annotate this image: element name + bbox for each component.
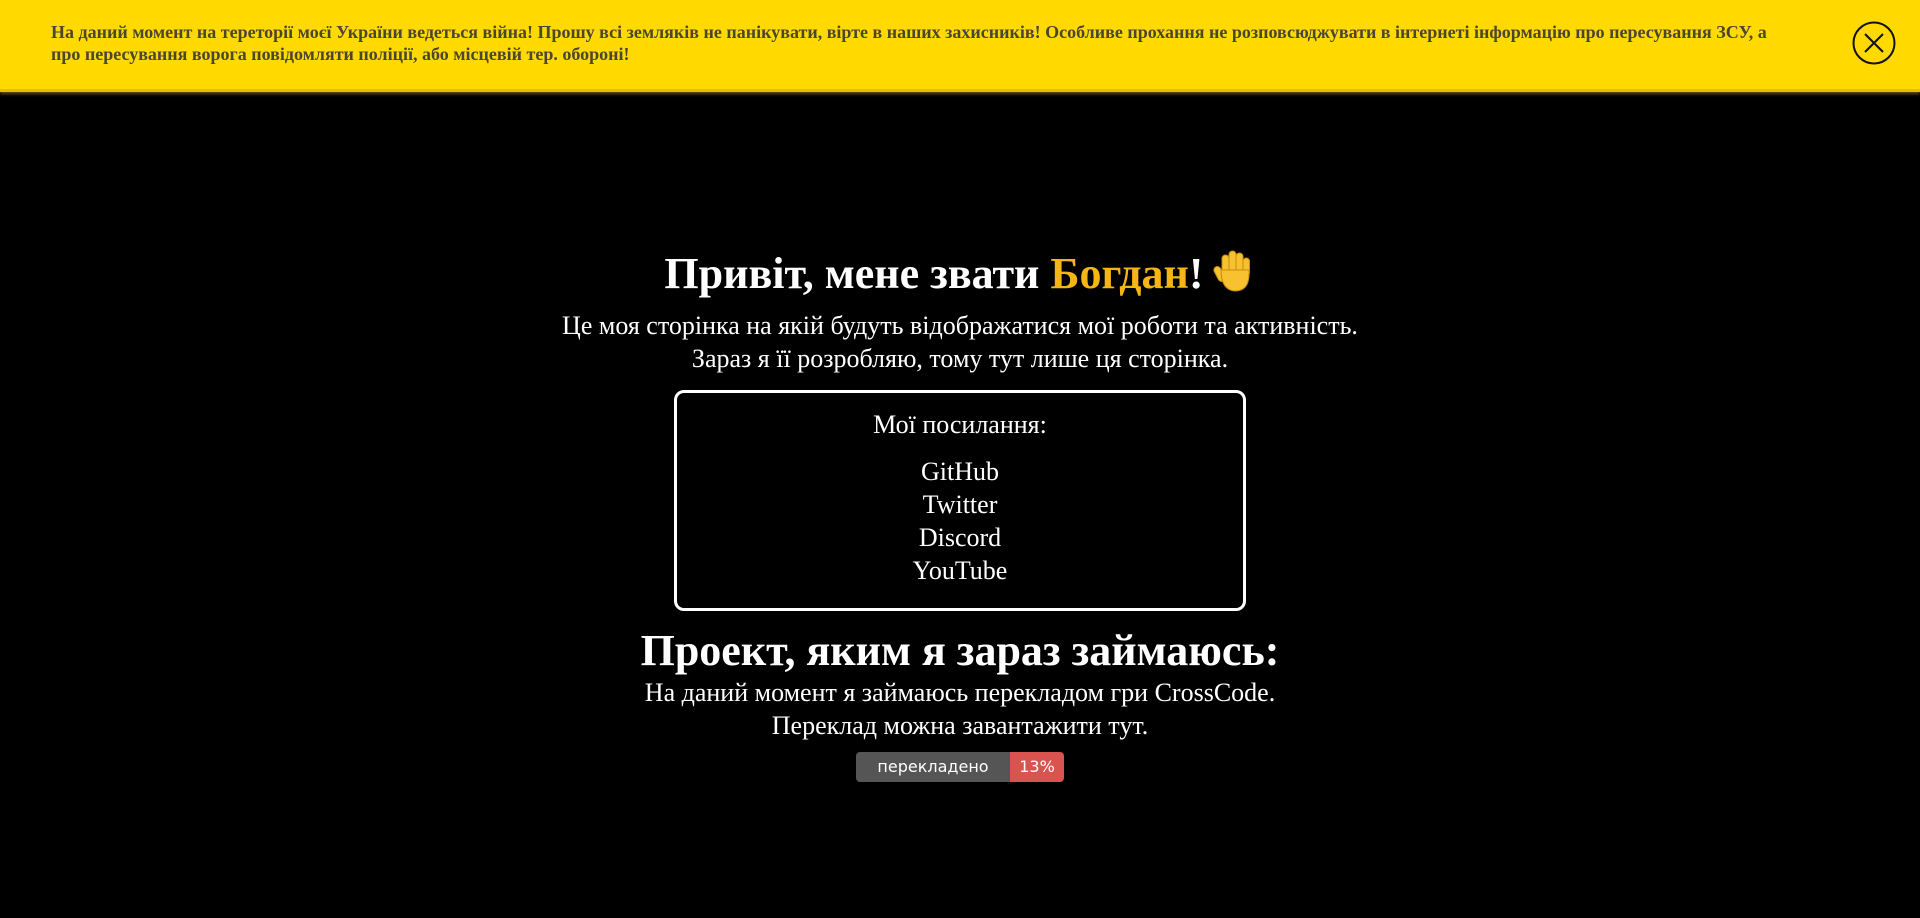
links-list: GitHub Twitter Discord YouTube [677,455,1243,587]
list-item: GitHub [677,455,1243,488]
war-notice-text: На даний момент на тереторії моєї Україн… [51,22,1767,64]
close-icon [1852,21,1896,65]
main-content: Привіт, мене звати Богдан! Це моя сторін… [0,245,1920,782]
discord-link[interactable]: Discord [919,523,1001,552]
author-name: Богдан [1050,249,1189,298]
greeting-exclamation: ! [1188,249,1204,298]
project-heading: Проект, яким я зараз займаюсь: [640,626,1280,675]
links-title: Мої посилання: [873,410,1047,439]
twitter-link[interactable]: Twitter [923,490,998,519]
project-line-1: На даний момент я займаюсь перекладом гр… [644,678,1276,707]
greeting-heading: Привіт, мене звати Богдан! [0,245,1920,309]
translation-progress-badge[interactable]: перекладено 13% [856,752,1064,782]
war-notice-banner: На даний момент на тереторії моєї Україн… [0,0,1920,92]
youtube-link[interactable]: YouTube [913,556,1008,585]
badge-value: 13% [1010,752,1064,782]
github-link[interactable]: GitHub [921,457,999,486]
badge-label: перекладено [856,752,1010,782]
list-item: Twitter [677,488,1243,521]
download-link[interactable]: Переклад можна завантажити тут. [0,709,1920,742]
links-box: Мої посилання: GitHub Twitter Discord Yo… [674,390,1246,611]
intro-line-1: Це моя сторінка на якій будуть відобража… [562,311,1358,340]
raised-hand-icon [1210,248,1256,309]
close-banner-button[interactable] [1852,21,1896,65]
intro-line-2: Зараз я її розробляю, тому тут лише ця с… [691,344,1229,373]
list-item: Discord [677,521,1243,554]
list-item: YouTube [677,554,1243,587]
greeting-text: Привіт, мене звати [664,249,1051,298]
